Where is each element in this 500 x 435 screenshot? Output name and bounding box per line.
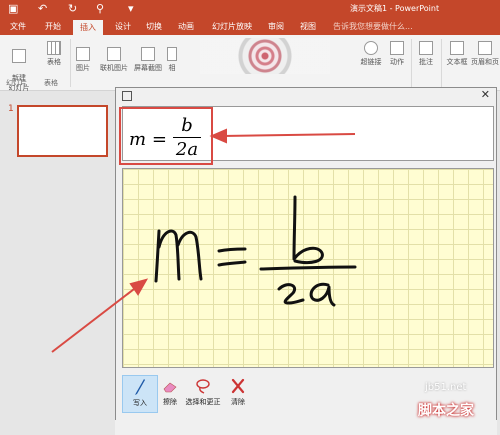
comment-icon [419,41,433,55]
formula-lhs: m [129,129,147,150]
picture-icon [76,47,90,61]
action-label: 动作 [390,58,404,66]
tab-file[interactable]: 文件 [10,21,26,32]
textbox-icon [450,41,464,55]
watermark-site: jb51.net [425,382,467,393]
online-picture-icon [107,47,121,61]
fraction-bar [173,137,201,138]
header-footer-button[interactable]: 页眉和页 [470,41,500,67]
lasso-icon [196,379,210,394]
table-icon [47,41,61,55]
album-icon [167,47,177,61]
save-icon[interactable]: ▣ [8,2,18,15]
hyperlink-label: 超链接 [360,58,382,66]
ribbon-separator [70,39,71,87]
screenshot-button[interactable]: 屏幕截图 [130,47,166,73]
ink-stroke-b [292,195,324,265]
online-picture-button[interactable]: 联机图片 [96,47,132,73]
formula-fraction: b 2a [173,115,201,160]
dialog-footer [115,420,497,435]
select-correct-tool-label: 选择和更正 [185,398,221,406]
textbox-label: 文本框 [446,58,468,66]
ink-stroke-m-3 [176,230,203,281]
hyperlink-button[interactable]: 超链接 [356,41,386,67]
tab-animations[interactable]: 动画 [178,21,194,32]
star-icon [390,41,404,55]
tab-review[interactable]: 审阅 [268,21,284,32]
formula-preview: m = b 2a [122,106,494,161]
header-footer-label: 页眉和页 [471,58,499,66]
comment-button[interactable]: 批注 [414,41,438,67]
slide-number: 1 [8,104,14,114]
ink-stroke-m-1 [154,229,161,283]
customize-toolbar-icon[interactable]: ▾ [128,2,134,15]
ink-stroke-eq-2 [217,260,247,267]
close-icon[interactable]: ✕ [481,88,490,101]
tab-design[interactable]: 设计 [115,21,131,32]
ribbon-tabs: 文件 开始 插入 设计 切换 动画 幻灯片放映 审阅 视图 告诉我您想要做什么.… [0,18,500,35]
tell-me-box[interactable]: 告诉我您想要做什么... [333,21,413,32]
ribbon-separator [411,39,412,87]
math-input-icon [122,91,132,101]
erase-tool-label: 擦除 [163,398,177,406]
formula-numerator: b [181,115,193,136]
ink-stroke-2 [277,283,305,305]
ink-stroke-eq-1 [217,247,247,253]
action-button[interactable]: 动作 [386,41,408,67]
decorative-swirl-image [200,38,330,74]
album-label: 相 [168,64,176,72]
textbox-button[interactable]: 文本框 [444,41,470,67]
clear-tool-label: 清除 [231,398,245,406]
write-tool-label: 写入 [133,399,147,407]
tab-slideshow[interactable]: 幻灯片放映 [212,21,252,32]
redo-icon[interactable]: ↻ [68,2,77,15]
group-slides-label: 幻灯片 [6,79,27,87]
undo-icon[interactable]: ↶ [38,2,47,15]
camera-icon [141,47,155,61]
watermark-name: 脚本之家 [418,403,474,419]
screenshot-label: 屏幕截图 [134,64,162,72]
slide-thumbnail[interactable] [17,105,108,157]
tab-transitions[interactable]: 切换 [146,21,162,32]
handwriting-canvas[interactable] [122,168,494,368]
header-footer-icon [478,41,492,55]
formula-denominator: 2a [175,139,199,160]
tab-home[interactable]: 开始 [45,21,61,32]
clear-tool-button[interactable]: 清除 [220,375,256,413]
comment-label: 批注 [419,58,433,66]
ink-stroke-a [309,282,336,307]
picture-label: 图片 [76,64,90,72]
ink-stroke-m-2 [157,229,181,281]
picture-button[interactable]: 图片 [72,47,94,73]
start-slideshow-icon[interactable]: ⚲ [96,2,104,15]
formula-equals: = [151,129,167,150]
ink-stroke-fraction-bar [259,265,357,271]
select-correct-tool-button[interactable]: 选择和更正 [182,375,224,413]
photo-album-button[interactable]: 相 [166,47,178,73]
handwriting-strokes [154,195,357,307]
window-title: 演示文稿1 - PowerPoint [350,4,440,13]
new-slide-icon [12,49,26,63]
clear-icon [231,378,245,394]
title-bar: ▣ ↶ ↻ ⚲ ▾ 演示文稿1 - PowerPoint [0,0,500,18]
globe-icon [364,41,378,55]
tab-insert[interactable]: 插入 [73,20,103,35]
eraser-icon [163,382,177,393]
group-tables-label: 表格 [44,79,58,87]
table-button[interactable]: 表格 [42,41,66,67]
table-label: 表格 [47,58,61,66]
ribbon-separator [441,39,442,87]
pen-icon [135,379,145,395]
tab-view[interactable]: 视图 [300,21,316,32]
online-picture-label: 联机图片 [100,64,128,72]
